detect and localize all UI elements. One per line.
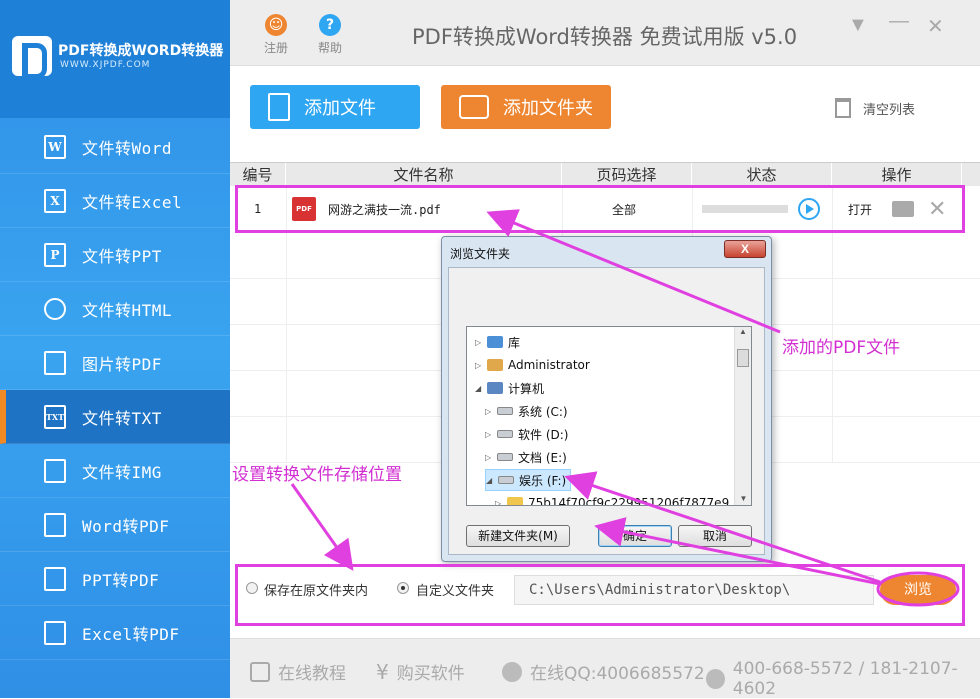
arrow-to-added-file [486, 209, 781, 334]
browse-button-highlight [876, 571, 960, 607]
arrow-to-output-settings [290, 483, 354, 571]
annotation-arrows [290, 209, 960, 607]
